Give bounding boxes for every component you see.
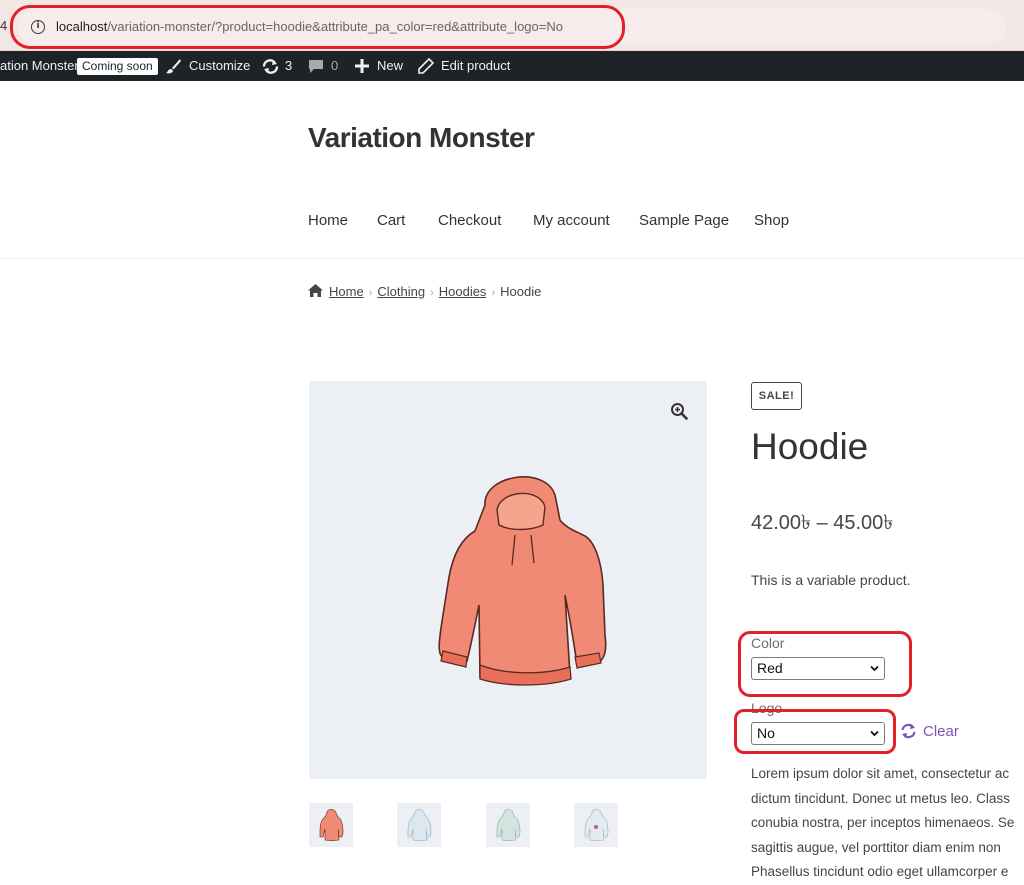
home-icon <box>308 284 323 297</box>
logo-label: Logo <box>751 700 783 716</box>
description-line: sagittis augue, vel porttitor diam enim … <box>751 839 1001 855</box>
chevron-down-icon <box>870 730 879 737</box>
wp-admin-bar: ation Monster Coming soon Customize 3 0 … <box>0 51 1024 81</box>
breadcrumb-clothing[interactable]: Clothing <box>377 284 425 299</box>
url-text[interactable]: localhost/variation-monster/?product=hoo… <box>56 19 563 34</box>
site-title[interactable]: Variation Monster <box>308 122 535 154</box>
color-label: Color <box>751 635 785 651</box>
nav-item-shop[interactable]: Shop <box>754 212 789 229</box>
clear-label: Clear <box>923 723 959 740</box>
description-line: Lorem ipsum dolor sit amet, consectetur … <box>751 766 1010 781</box>
breadcrumb-hoodies[interactable]: Hoodies <box>439 284 487 299</box>
pencil-icon <box>418 58 434 74</box>
url-path: /variation-monster/?product=hoodie&attri… <box>107 19 563 34</box>
breadcrumb-separator: › <box>368 287 373 299</box>
comments-count[interactable]: 0 <box>331 58 338 73</box>
thumbnail-hoodie-logo <box>584 808 609 842</box>
browser-edge-glyph: 4 <box>0 18 8 33</box>
nav-item-my-account[interactable]: My account <box>533 212 610 229</box>
site-info-icon[interactable]: i <box>31 20 45 34</box>
thumbnail-hoodie-green <box>496 808 521 842</box>
logo-select[interactable]: No <box>751 722 885 745</box>
brush-icon <box>166 59 181 74</box>
nav-item-home[interactable]: Home <box>308 212 348 229</box>
description-line: dictum tincidunt. Donec ut metus leo. Cl… <box>751 790 1010 806</box>
thumbnail-green[interactable] <box>486 803 530 847</box>
product-main-image[interactable] <box>309 381 707 779</box>
clear-variations-link[interactable]: Clear <box>900 723 959 740</box>
updates-icon <box>262 59 279 74</box>
header-divider <box>0 258 1024 259</box>
customize-link[interactable]: Customize <box>189 58 250 73</box>
zoom-icon[interactable] <box>670 402 688 420</box>
refresh-icon <box>901 723 916 739</box>
admin-site-name[interactable]: ation Monster <box>0 58 79 73</box>
color-select[interactable]: Red <box>751 657 885 680</box>
coming-soon-badge[interactable]: Coming soon <box>77 58 158 75</box>
breadcrumb-home[interactable]: Home <box>329 284 364 299</box>
breadcrumb-separator: › <box>430 287 434 299</box>
updates-count[interactable]: 3 <box>285 58 292 73</box>
product-description: Lorem ipsum dolor sit amet, consectetur … <box>751 762 1024 885</box>
breadcrumb-current: Hoodie <box>500 284 542 299</box>
thumbnail-hoodie-red <box>319 808 344 842</box>
description-line: Phasellus tincidunt odio eget ullamcorpe… <box>751 864 1009 879</box>
chevron-down-icon <box>870 665 879 672</box>
nav-item-cart[interactable]: Cart <box>377 212 405 229</box>
sale-badge: SALE! <box>751 382 802 410</box>
edit-product-link[interactable]: Edit product <box>441 58 510 73</box>
nav-item-sample-page[interactable]: Sample Page <box>639 212 729 229</box>
color-select-value: Red <box>757 660 783 676</box>
thumbnail-blue[interactable] <box>397 803 441 847</box>
product-short-description: This is a variable product. <box>751 572 911 588</box>
nav-item-checkout[interactable]: Checkout <box>438 212 501 229</box>
thumbnail-red[interactable] <box>309 803 353 847</box>
breadcrumb: Home › Clothing › Hoodies › Hoodie <box>308 284 541 299</box>
breadcrumb-separator: › <box>491 287 496 299</box>
thumbnail-hoodie-blue <box>407 808 432 842</box>
thumbnail-logo[interactable] <box>574 803 618 847</box>
logo-select-value: No <box>757 725 775 741</box>
hoodie-image <box>438 476 607 686</box>
plus-icon <box>355 59 369 73</box>
browser-address-bar: 4 i localhost/variation-monster/?product… <box>0 0 1024 51</box>
product-title: Hoodie <box>751 426 869 467</box>
new-link[interactable]: New <box>377 58 403 73</box>
comment-icon <box>309 60 323 73</box>
url-host: localhost <box>56 19 108 34</box>
product-price: 42.00৳ – 45.00৳ <box>751 512 894 534</box>
description-line: conubia nostra, per inceptos himenaeos. … <box>751 815 1015 830</box>
